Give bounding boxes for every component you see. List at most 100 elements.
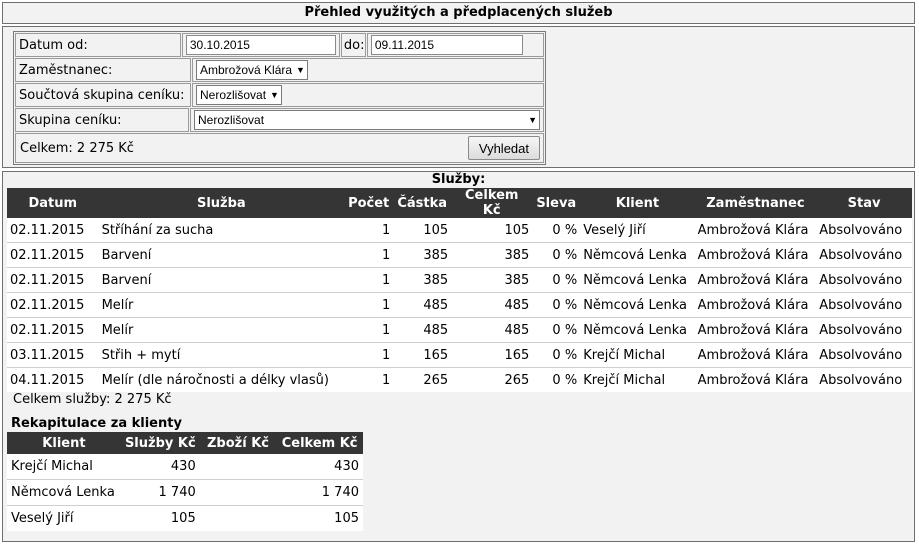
cell-discount: 0 %	[532, 342, 581, 368]
cell-client: Němcová Lenka	[580, 267, 695, 293]
filter-row-price-group: Skupina ceníku: Nerozlišovat ▼	[15, 108, 544, 132]
col-header-client: Klient	[580, 188, 695, 218]
cell-date: 02.11.2015	[7, 218, 99, 243]
chevron-down-icon: ▼	[296, 65, 305, 75]
cell-discount: 0 %	[532, 367, 581, 392]
recap-title: Rekapitulace za klienty	[11, 416, 182, 431]
cell-count: 1	[344, 342, 394, 368]
employee-select[interactable]: Ambrožová Klára ▼	[196, 60, 308, 80]
services-panel: Služby: Datum Služba Počet Částka Celkem…	[2, 171, 915, 542]
table-row: 02.11.2015 Melír 1 485 485 0 % Němcová L…	[7, 317, 912, 343]
col-header-count: Počet	[344, 188, 394, 218]
filter-total-cell: Celkem: 2 275 Kč Vyhledat	[15, 133, 544, 163]
cell-count: 1	[344, 267, 394, 293]
cell-employee: Ambrožová Klára	[694, 367, 817, 392]
recap-cell-client: Krejčí Michal	[7, 454, 121, 480]
col-header-date: Datum	[7, 188, 99, 218]
cell-employee: Ambrožová Klára	[694, 292, 817, 318]
cell-status: Absolvováno	[816, 218, 912, 243]
cell-status: Absolvováno	[816, 342, 912, 368]
cell-client: Krejčí Michal	[580, 367, 695, 392]
cell-total: 485	[451, 292, 533, 318]
recap-cell-client: Veselý Jiří	[7, 505, 121, 531]
cell-discount: 0 %	[532, 218, 581, 243]
cell-employee: Ambrožová Klára	[694, 342, 817, 368]
date-to-cell: 09.11.2015	[366, 33, 544, 57]
cell-service: Barvení	[98, 267, 345, 293]
sum-group-select[interactable]: Nerozlišovat ▼	[196, 85, 282, 105]
table-row: 02.11.2015 Stříhání za sucha 1 105 105 0…	[7, 218, 912, 243]
cell-discount: 0 %	[532, 292, 581, 318]
cell-count: 1	[344, 367, 394, 392]
recap-col-goods: Zboží Kč	[199, 432, 277, 454]
recap-cell-goods	[199, 479, 277, 506]
employee-label: Zaměstnanec:	[15, 58, 191, 82]
services-table: Datum Služba Počet Částka Celkem Kč Slev…	[7, 188, 912, 392]
col-header-service: Služba	[98, 188, 345, 218]
filter-panel: Datum od: 30.10.2015 do: 09.11.2015 Zamě…	[2, 26, 915, 168]
cell-count: 1	[344, 317, 394, 343]
recap-table: Klient Služby Kč Zboží Kč Celkem Kč Krej…	[7, 432, 363, 531]
employee-select-value: Ambrožová Klára	[200, 63, 293, 77]
table-row: Veselý Jiří 105 105	[7, 505, 363, 531]
table-row: 02.11.2015 Melír 1 485 485 0 % Němcová L…	[7, 292, 912, 318]
search-button[interactable]: Vyhledat	[467, 136, 540, 160]
recap-cell-total: 105	[276, 505, 363, 531]
cell-status: Absolvováno	[816, 292, 912, 318]
cell-service: Stříhání za sucha	[98, 218, 345, 243]
recap-cell-services: 105	[120, 505, 200, 531]
cell-employee: Ambrožová Klára	[694, 242, 817, 268]
employee-cell: Ambrožová Klára ▼	[192, 58, 544, 82]
page-title: Přehled využitých a předplacených služeb	[2, 2, 915, 24]
cell-date: 02.11.2015	[7, 267, 99, 293]
cell-date: 02.11.2015	[7, 317, 99, 343]
services-header-row: Datum Služba Počet Částka Celkem Kč Slev…	[7, 188, 912, 218]
cell-amount: 485	[393, 292, 452, 318]
cell-service: Melír	[98, 292, 345, 318]
filter-row-total: Celkem: 2 275 Kč Vyhledat	[15, 133, 544, 163]
cell-discount: 0 %	[532, 242, 581, 268]
recap-header-row: Klient Služby Kč Zboží Kč Celkem Kč	[7, 432, 363, 454]
cell-date: 04.11.2015	[7, 367, 99, 392]
sum-group-label: Součtová skupina ceníku:	[15, 83, 191, 107]
date-to-input[interactable]: 09.11.2015	[370, 35, 523, 55]
cell-client: Veselý Jiří	[580, 218, 695, 243]
chevron-down-icon: ▼	[528, 115, 537, 125]
col-header-total: Celkem Kč	[451, 188, 533, 218]
table-row: 04.11.2015 Melír (dle náročnosti a délky…	[7, 367, 912, 392]
col-header-discount: Sleva	[532, 188, 581, 218]
cell-employee: Ambrožová Klára	[694, 317, 817, 343]
cell-client: Němcová Lenka	[580, 317, 695, 343]
table-row: 02.11.2015 Barvení 1 385 385 0 % Němcová…	[7, 267, 912, 293]
date-to-label: do:	[340, 33, 366, 57]
recap-cell-services: 1 740	[120, 479, 200, 506]
sum-group-select-value: Nerozlišovat	[200, 88, 267, 102]
cell-total: 385	[451, 267, 533, 293]
recap-cell-client: Němcová Lenka	[7, 479, 121, 506]
cell-status: Absolvováno	[816, 367, 912, 392]
table-row: 03.11.2015 Střih + mytí 1 165 165 0 % Kr…	[7, 342, 912, 368]
date-from-input[interactable]: 30.10.2015	[185, 35, 336, 55]
services-total: Celkem služby: 2 275 Kč	[13, 392, 172, 407]
recap-cell-total: 1 740	[276, 479, 363, 506]
cell-date: 03.11.2015	[7, 342, 99, 368]
cell-discount: 0 %	[532, 267, 581, 293]
filter-row-sum-group: Součtová skupina ceníku: Nerozlišovat ▼	[15, 83, 544, 107]
cell-status: Absolvováno	[816, 317, 912, 343]
filter-form: Datum od: 30.10.2015 do: 09.11.2015 Zamě…	[13, 31, 546, 165]
recap-col-services: Služby Kč	[120, 432, 200, 454]
cell-service: Melír	[98, 317, 345, 343]
cell-status: Absolvováno	[816, 267, 912, 293]
price-group-select-value: Nerozlišovat	[198, 113, 265, 127]
filter-row-date: Datum od: 30.10.2015 do: 09.11.2015	[15, 33, 544, 57]
sum-group-cell: Nerozlišovat ▼	[192, 83, 544, 107]
cell-client: Němcová Lenka	[580, 292, 695, 318]
col-header-employee: Zaměstnanec	[694, 188, 817, 218]
date-from-label: Datum od:	[15, 33, 181, 57]
price-group-select[interactable]: Nerozlišovat ▼	[194, 110, 540, 130]
cell-amount: 265	[393, 367, 452, 392]
price-group-label: Skupina ceníku:	[15, 108, 189, 132]
recap-cell-goods	[199, 454, 277, 480]
filter-total-text: Celkem: 2 275 Kč	[20, 140, 134, 156]
cell-service: Střih + mytí	[98, 342, 345, 368]
